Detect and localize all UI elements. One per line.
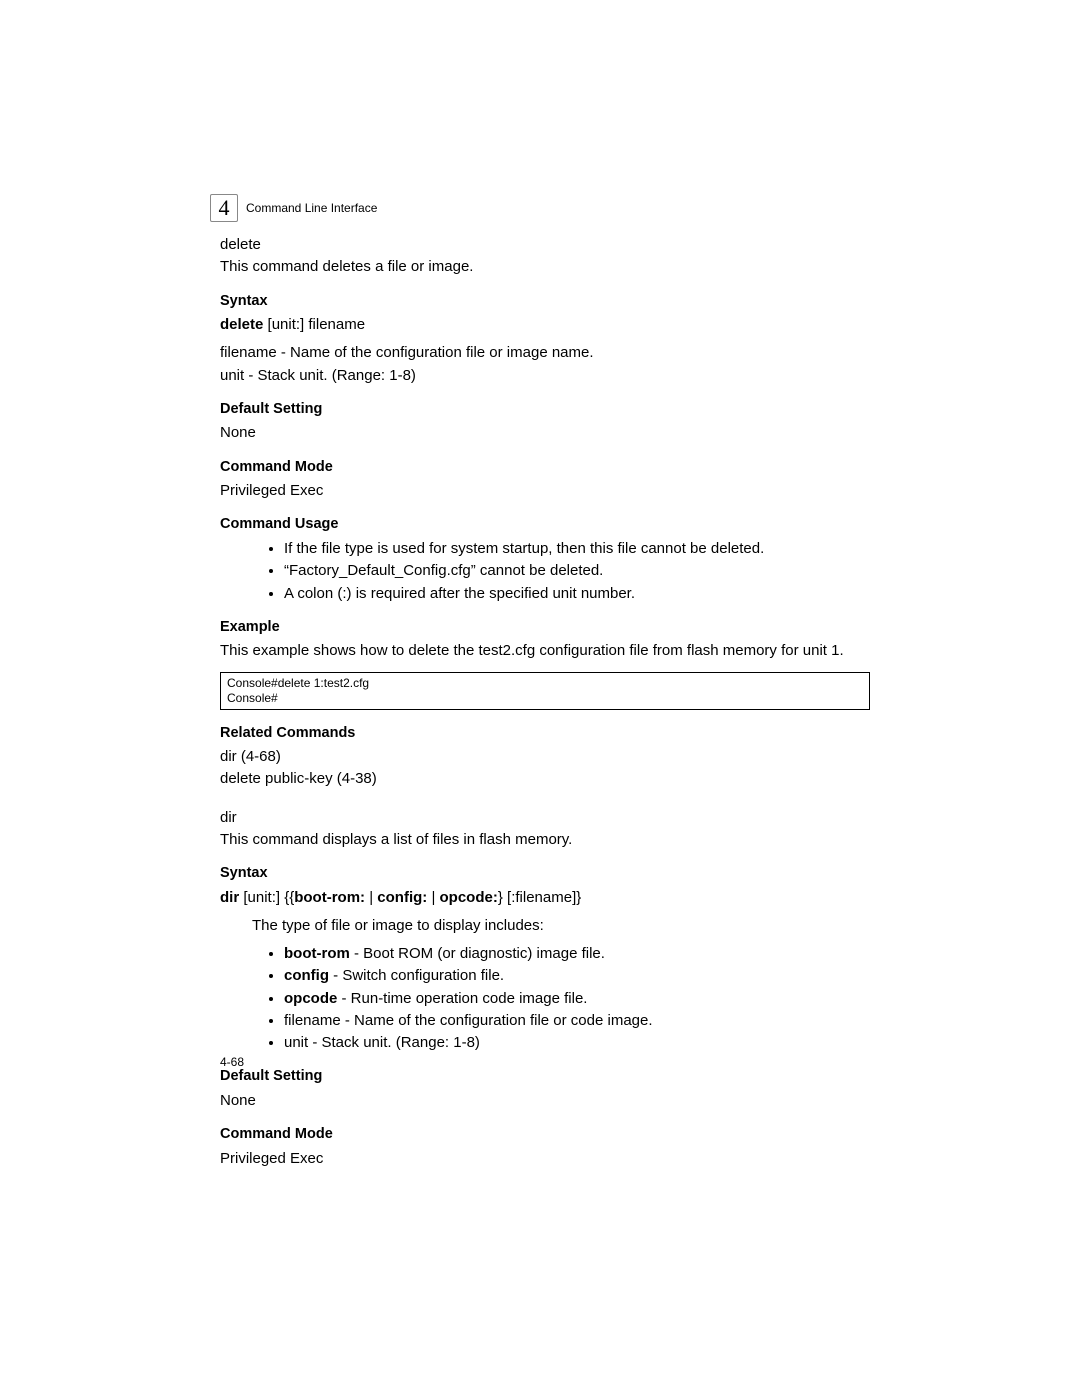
dir-mode-text: Privileged Exec bbox=[220, 1149, 870, 1169]
delete-example-head: Example bbox=[220, 618, 870, 638]
delete-example-code: Console#delete 1:test2.cfg Console# bbox=[220, 672, 870, 710]
dir-mode-head: Command Mode bbox=[220, 1125, 870, 1145]
chapter-label: Command Line Interface bbox=[246, 201, 377, 215]
delete-usage-list: If the file type is used for system star… bbox=[220, 539, 870, 604]
delete-intro: This command deletes a file or image. bbox=[220, 257, 870, 277]
delete-related-head: Related Commands bbox=[220, 724, 870, 744]
list-item: unit - Stack unit. (Range: 1-8) bbox=[284, 1033, 870, 1053]
delete-syntax-line: delete [unit:] filename bbox=[220, 315, 870, 335]
delete-syntax-desc2: unit - Stack unit. (Range: 1-8) bbox=[220, 366, 870, 386]
delete-syntax-desc1: filename - Name of the configuration fil… bbox=[220, 343, 870, 363]
delete-related-1: dir (4-68) bbox=[220, 747, 870, 767]
list-item: opcode - Run-time operation code image f… bbox=[284, 989, 870, 1009]
dir-syntax-line: dir [unit:] {{boot-rom: | config: | opco… bbox=[220, 888, 870, 908]
li-bold: config bbox=[284, 967, 329, 984]
li-rest: filename - Name of the configuration fil… bbox=[284, 1012, 653, 1029]
delete-syntax-cmd-bold: delete bbox=[220, 316, 268, 333]
dir-sx-p5: config: bbox=[377, 889, 431, 906]
delete-syntax-cmd-rest: [unit:] filename bbox=[268, 316, 366, 333]
dir-intro: This command displays a list of files in… bbox=[220, 830, 870, 850]
chapter-number-box: 4 bbox=[210, 194, 238, 222]
dir-syntax-head: Syntax bbox=[220, 864, 870, 884]
delete-mode-text: Privileged Exec bbox=[220, 481, 870, 501]
page-number: 4-68 bbox=[220, 1055, 244, 1069]
dir-title: dir bbox=[220, 808, 870, 828]
dir-sx-p2: [unit:] {{ bbox=[243, 889, 294, 906]
list-item: A colon (:) is required after the specif… bbox=[284, 584, 870, 604]
chapter-number: 4 bbox=[219, 195, 230, 221]
dir-default-text: None bbox=[220, 1091, 870, 1111]
list-item: boot-rom - Boot ROM (or diagnostic) imag… bbox=[284, 944, 870, 964]
dir-sx-p3: boot-rom: bbox=[294, 889, 369, 906]
li-bold: boot-rom bbox=[284, 945, 350, 962]
delete-syntax-head: Syntax bbox=[220, 292, 870, 312]
dir-type-intro: The type of file or image to display inc… bbox=[252, 916, 870, 936]
list-item: “Factory_Default_Config.cfg” cannot be d… bbox=[284, 561, 870, 581]
li-rest: - Boot ROM (or diagnostic) image file. bbox=[350, 945, 605, 962]
delete-example-text: This example shows how to delete the tes… bbox=[220, 641, 870, 661]
chapter-mark: 4 Command Line Interface bbox=[210, 194, 377, 222]
li-rest: unit - Stack unit. (Range: 1-8) bbox=[284, 1034, 480, 1051]
li-bold: opcode bbox=[284, 990, 337, 1007]
dir-sx-p8: } [:filename]} bbox=[498, 889, 581, 906]
list-item: filename - Name of the configuration fil… bbox=[284, 1011, 870, 1031]
page: 4 Command Line Interface delete This com… bbox=[0, 0, 1080, 1397]
dir-type-list: boot-rom - Boot ROM (or diagnostic) imag… bbox=[220, 944, 870, 1053]
delete-usage-head: Command Usage bbox=[220, 515, 870, 535]
list-item: If the file type is used for system star… bbox=[284, 539, 870, 559]
li-rest: - Switch configuration file. bbox=[329, 967, 504, 984]
delete-default-head: Default Setting bbox=[220, 400, 870, 420]
dir-default-head: Default Setting bbox=[220, 1067, 870, 1087]
dir-sx-p7: opcode: bbox=[440, 889, 498, 906]
content: delete This command deletes a file or im… bbox=[220, 235, 870, 1169]
delete-title: delete bbox=[220, 235, 870, 255]
delete-default-text: None bbox=[220, 423, 870, 443]
dir-sx-p1: dir bbox=[220, 889, 243, 906]
delete-related-2: delete public-key (4-38) bbox=[220, 769, 870, 789]
list-item: config - Switch configuration file. bbox=[284, 966, 870, 986]
delete-mode-head: Command Mode bbox=[220, 458, 870, 478]
li-rest: - Run-time operation code image file. bbox=[337, 990, 587, 1007]
dir-sx-p6: | bbox=[431, 889, 439, 906]
